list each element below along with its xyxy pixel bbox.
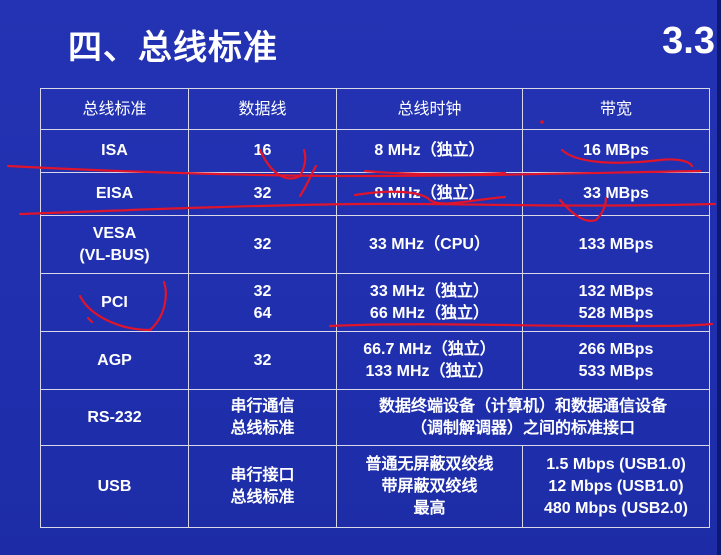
cell-text: 33 MHz（独立）: [369, 282, 490, 300]
table-row-rs232: RS-232 串行通信 总线标准 数据终端设备（计算机）和数据通信设备 （调制解…: [40, 389, 710, 446]
bus-standards-table: 总线标准 数据线 总线时钟 带宽 ISA 16 8 MHz（独立） 16 MBp…: [40, 88, 710, 528]
cell-text: 总线标准: [230, 419, 295, 437]
table-header-row: 总线标准 数据线 总线时钟 带宽: [40, 88, 710, 130]
cell-clock: 33 MHz（独立） 66 MHz（独立）: [336, 273, 523, 332]
cell-text: RS-232: [87, 408, 142, 426]
cell-text: 最高: [413, 499, 446, 517]
cell-text: 8 MHz（独立）: [374, 142, 485, 159]
cell-data: 32: [188, 331, 337, 390]
cell-data: 32 64: [188, 273, 337, 332]
cell-bandwidth: 132 MBps 528 MBps: [522, 273, 710, 332]
cell-text: 普通无屏蔽双绞线: [365, 455, 494, 473]
cell-text: 132 MBps: [578, 282, 654, 300]
cell-data: 32: [188, 172, 337, 216]
cell-text: 32: [253, 282, 272, 300]
cell-text: (VL-BUS): [79, 246, 150, 264]
cell-text: 32: [253, 235, 272, 253]
cell-text: AGP: [97, 351, 132, 369]
cell-bus: EISA: [40, 172, 189, 216]
cell-bandwidth: 1.5 Mbps (USB1.0) 12 Mbps (USB1.0) 480 M…: [522, 445, 710, 528]
cell-bandwidth: 266 MBps 533 MBps: [522, 331, 710, 390]
cell-data: 串行通信 总线标准: [188, 389, 337, 446]
header-bandwidth: 带宽: [522, 88, 710, 130]
header-bus-standard: 总线标准: [40, 88, 189, 130]
table-row-eisa: EISA 32 8 MHz（独立） 33 MBps: [40, 172, 710, 216]
cell-text: 133 MHz（独立）: [365, 362, 494, 380]
cell-data: 串行接口 总线标准: [188, 445, 337, 528]
cell-text: 64: [253, 304, 272, 322]
slide: 四、总线标准 3.3 总线标准 数据线 总线时钟 带宽 ISA 16 8 MHz…: [0, 0, 721, 555]
cell-text: 串行通信: [230, 397, 295, 415]
table-row-isa: ISA 16 8 MHz（独立） 16 MBps: [40, 129, 710, 173]
cell-text: 总线标准: [230, 488, 295, 506]
cell-text: 32: [253, 185, 272, 202]
cell-text: 33 MHz（CPU）: [369, 235, 490, 253]
cell-text: 133 MBps: [578, 235, 654, 253]
cell-text: 16 MBps: [583, 142, 649, 159]
cell-bus: USB: [40, 445, 189, 528]
cell-clock: 33 MHz（CPU）: [336, 215, 523, 274]
table-row-agp: AGP 32 66.7 MHz（独立） 133 MHz（独立） 266 MBps…: [40, 331, 710, 390]
table-row-vesa: VESA (VL-BUS) 32 33 MHz（CPU） 133 MBps: [40, 215, 710, 274]
cell-text: 8 MHz（独立）: [374, 185, 485, 202]
cell-text: 串行接口: [230, 466, 295, 484]
cell-text: 266 MBps: [578, 340, 654, 358]
cell-text: 16: [253, 142, 272, 159]
cell-text: 32: [253, 351, 272, 369]
cell-bus: RS-232: [40, 389, 189, 446]
cell-data: 32: [188, 215, 337, 274]
cell-text: PCI: [101, 293, 128, 311]
header-bus-clock: 总线时钟: [336, 88, 523, 130]
slide-title: 四、总线标准: [68, 28, 278, 68]
cell-data: 16: [188, 129, 337, 173]
header-data-lines: 数据线: [188, 88, 337, 130]
cell-text: EISA: [95, 185, 134, 202]
cell-text: USB: [97, 477, 132, 495]
table-row-pci: PCI 32 64 33 MHz（独立） 66 MHz（独立） 132 MBps…: [40, 273, 710, 332]
cell-clock: 66.7 MHz（独立） 133 MHz（独立）: [336, 331, 523, 390]
cell-text: 1.5 Mbps (USB1.0): [546, 455, 686, 473]
cell-bus: VESA (VL-BUS): [40, 215, 189, 274]
cell-merged-description: 数据终端设备（计算机）和数据通信设备 （调制解调器）之间的标准接口: [336, 389, 710, 446]
cell-text: VESA: [92, 224, 137, 242]
page-number: 3.3: [662, 20, 715, 62]
cell-text: （调制解调器）之间的标准接口: [410, 419, 635, 437]
cell-text: 528 MBps: [578, 304, 654, 322]
cell-clock: 8 MHz（独立）: [336, 129, 523, 173]
cell-text: ISA: [101, 142, 128, 159]
cell-bus: PCI: [40, 273, 189, 332]
cell-text: 带屏蔽双绞线: [381, 477, 478, 495]
cell-clock: 普通无屏蔽双绞线 带屏蔽双绞线 最高: [336, 445, 523, 528]
cell-text: 533 MBps: [578, 362, 654, 380]
cell-bandwidth: 133 MBps: [522, 215, 710, 274]
slide-edge: [717, 0, 721, 555]
cell-bus: ISA: [40, 129, 189, 173]
cell-text: 33 MBps: [583, 185, 649, 202]
table-row-usb: USB 串行接口 总线标准 普通无屏蔽双绞线 带屏蔽双绞线 最高 1.5 Mbp…: [40, 445, 710, 528]
cell-text: 12 Mbps (USB1.0): [548, 477, 684, 495]
cell-text: 数据终端设备（计算机）和数据通信设备: [378, 397, 667, 415]
cell-bandwidth: 16 MBps: [522, 129, 710, 173]
cell-text: 66.7 MHz（独立）: [363, 340, 496, 358]
cell-bandwidth: 33 MBps: [522, 172, 710, 216]
cell-bus: AGP: [40, 331, 189, 390]
cell-text: 66 MHz（独立）: [369, 304, 490, 322]
cell-text: 480 Mbps (USB2.0): [543, 499, 689, 517]
cell-clock: 8 MHz（独立）: [336, 172, 523, 216]
